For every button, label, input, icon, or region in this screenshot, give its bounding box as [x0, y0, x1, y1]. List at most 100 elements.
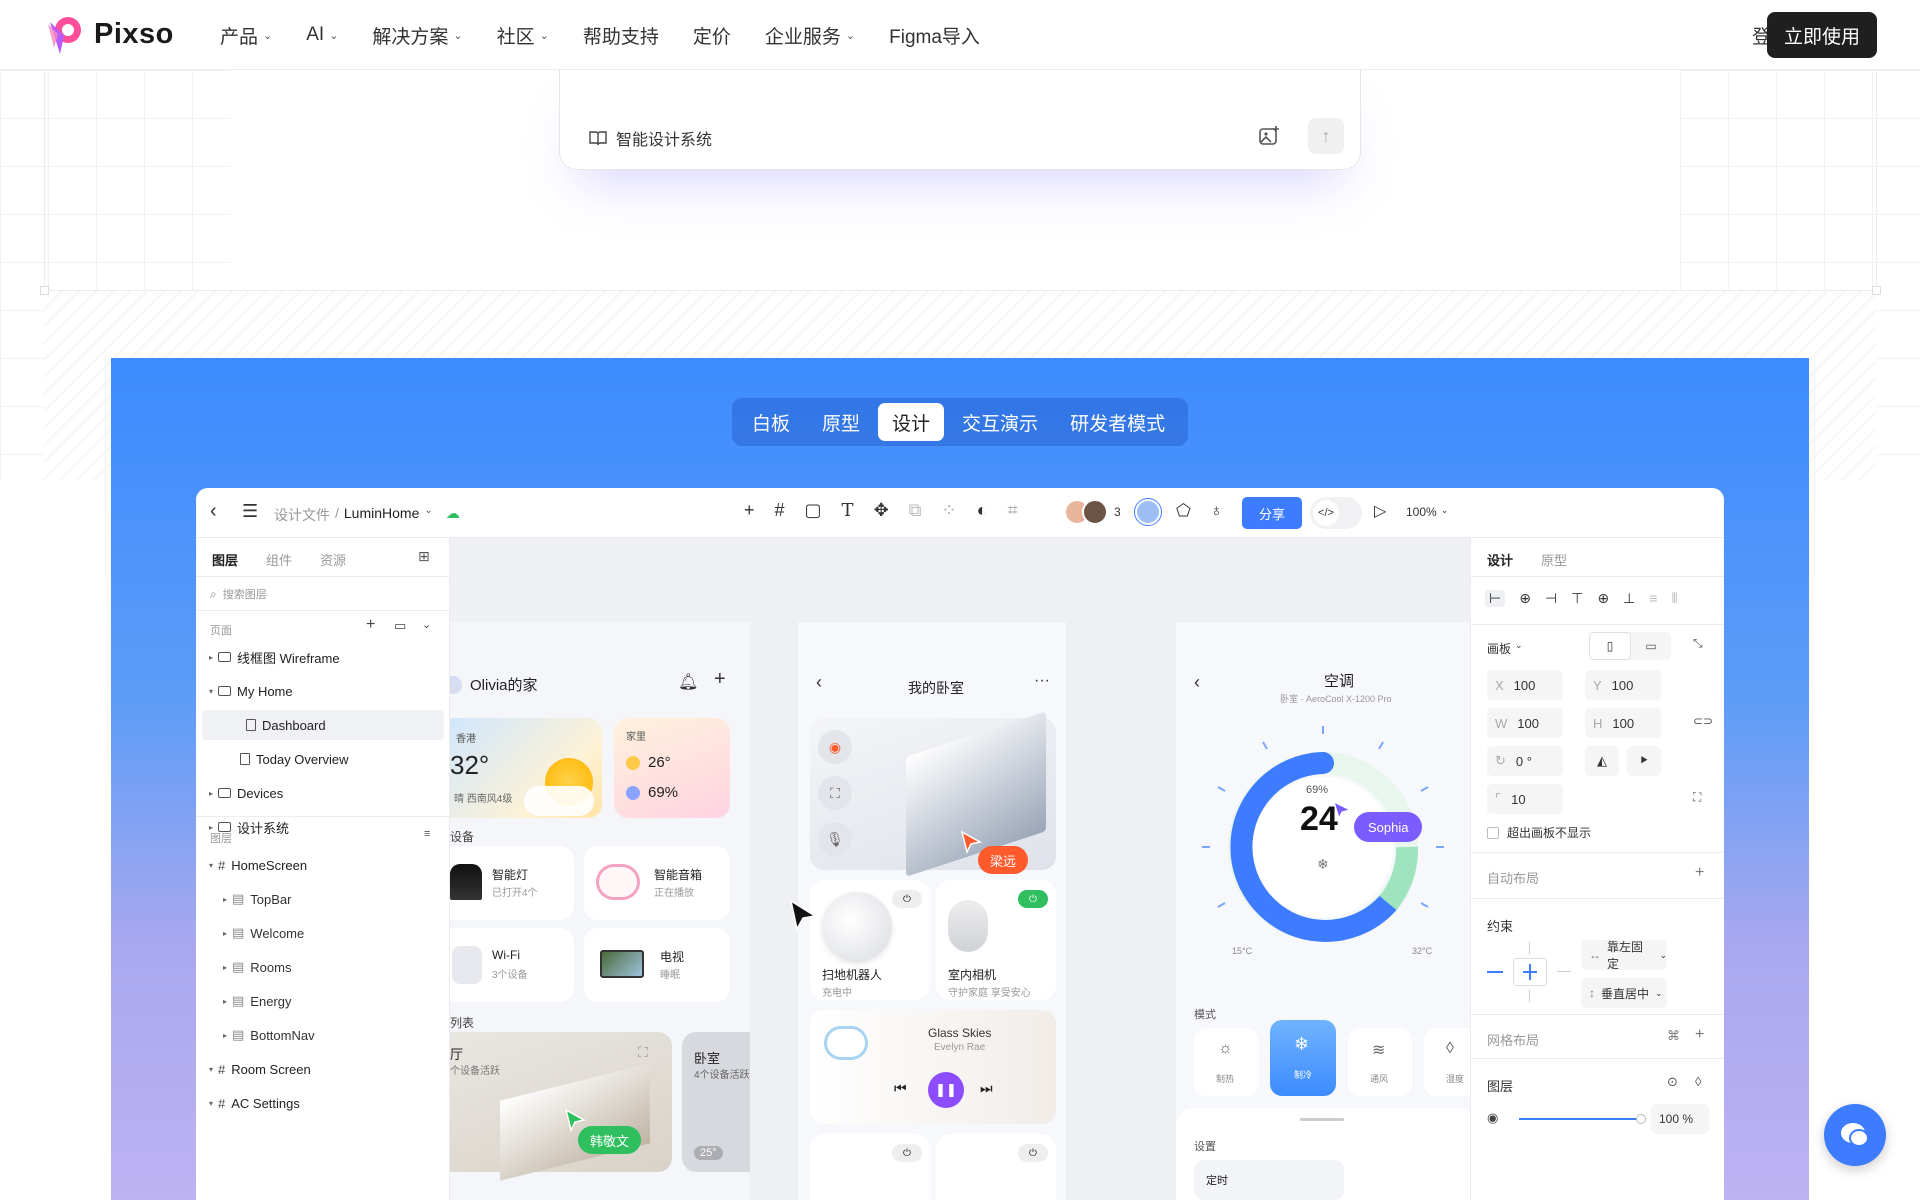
constraint-right[interactable]: [1557, 971, 1571, 972]
nav-item-ai[interactable]: AI ⌄: [306, 24, 338, 46]
caret-right-icon[interactable]: ▸: [218, 1031, 232, 1040]
device-card[interactable]: 智能音箱 正在播放: [584, 846, 730, 920]
align-top-icon[interactable]: ⊤: [1571, 590, 1583, 607]
ac-frame[interactable]: ‹ 空调 卧室 · AeroCool X-1200 Pro 69% 24 ❄ S…: [1176, 622, 1470, 1200]
previous-icon[interactable]: ⏮: [894, 1080, 907, 1097]
frame-tool-icon[interactable]: #: [775, 500, 785, 521]
room-card-living[interactable]: 厅 个设备活跃 ⛶ 韩敬文: [450, 1032, 672, 1181]
tab-design[interactable]: 设计: [878, 403, 945, 441]
bell-icon[interactable]: 🔔︎: [678, 672, 698, 692]
layer-item[interactable]: ▾ # Room Screen: [196, 1054, 450, 1084]
pause-button[interactable]: ❚❚: [928, 1072, 964, 1108]
nav-item-pricing[interactable]: 定价: [693, 22, 731, 49]
back-icon[interactable]: ‹: [1194, 672, 1200, 693]
next-icon[interactable]: ⏭: [980, 1080, 993, 1097]
design-system-chip[interactable]: 智能设计系统: [588, 126, 712, 150]
tab-assets[interactable]: 资源: [320, 550, 346, 569]
align-left-icon[interactable]: ⊢: [1485, 590, 1506, 607]
tab-design-props[interactable]: 设计: [1487, 550, 1513, 569]
image-upload-icon[interactable]: [1257, 124, 1281, 148]
crop-icon[interactable]: ⌗: [1007, 500, 1017, 521]
home-climate-card[interactable]: 家里 26° 69%: [614, 718, 730, 818]
caret-down-icon[interactable]: ▾: [204, 861, 218, 870]
nav-item-product[interactable]: 产品 ⌄: [220, 22, 272, 49]
camera-card[interactable]: ⏻ 室内相机 守护家庭 享受安心: [936, 880, 1056, 1000]
layer-item[interactable]: ▸ ▤ TopBar: [196, 884, 450, 914]
mask-icon[interactable]: ◐: [977, 500, 988, 521]
tab-prototype-props[interactable]: 原型: [1541, 550, 1567, 569]
room-card-bedroom[interactable]: 卧室 4个设备活跃 25°: [682, 1032, 750, 1172]
record-icon[interactable]: ◉: [818, 730, 852, 764]
canvas[interactable]: Olivia的家 🔔︎ + 香港 32° 晴 西南风4级 家里 26° 69% …: [450, 538, 1470, 1200]
collapse-icon[interactable]: ⤡: [1693, 636, 1703, 651]
nav-item-solutions[interactable]: 解决方案 ⌄: [372, 22, 462, 49]
microphone-icon[interactable]: 🎙︎: [818, 822, 852, 856]
slider-thumb[interactable]: [1636, 1114, 1646, 1124]
lightbulb-icon[interactable]: ♁: [1210, 501, 1223, 521]
constraint-bottom[interactable]: [1529, 990, 1530, 1002]
add-icon[interactable]: +: [714, 668, 726, 691]
file-name[interactable]: LuminHome: [344, 505, 419, 525]
back-icon[interactable]: ‹: [210, 500, 217, 523]
water-drop-icon[interactable]: ◊: [1695, 1074, 1701, 1089]
layer-search[interactable]: ⌕ 搜索图层: [210, 578, 436, 610]
add-icon[interactable]: +: [744, 500, 755, 521]
artboard-selector[interactable]: 画板 ⌄: [1487, 640, 1523, 657]
menu-icon[interactable]: ☰: [242, 501, 258, 522]
mode-humidity[interactable]: ◊ 湿度: [1424, 1028, 1470, 1096]
page-item[interactable]: Dashboard: [202, 710, 444, 740]
caret-right-icon[interactable]: ▸: [204, 789, 218, 798]
caret-down-icon[interactable]: ▾: [204, 1099, 218, 1108]
device-card[interactable]: Wi-Fi 3个设备: [450, 928, 574, 1002]
flip-vertical-button[interactable]: ⯈: [1627, 746, 1661, 776]
add-icon[interactable]: +: [1695, 864, 1704, 882]
power-toggle[interactable]: ⏻: [892, 1144, 922, 1162]
align-vcenter-icon[interactable]: ⊕: [1597, 590, 1609, 607]
caret-right-icon[interactable]: ▸: [218, 929, 232, 938]
share-button[interactable]: 分享: [1242, 497, 1302, 529]
constraint-top[interactable]: [1529, 942, 1530, 954]
current-user-avatar[interactable]: [1135, 499, 1161, 525]
vertical-constraint-select[interactable]: ↕ 垂直居中 ⌄: [1581, 978, 1667, 1008]
distribute-v-icon[interactable]: ⦀: [1671, 590, 1677, 607]
plugin-icon[interactable]: ⬠: [1176, 501, 1191, 521]
power-toggle[interactable]: ⏻: [892, 890, 922, 908]
timer-card[interactable]: 定时: [1194, 1160, 1344, 1200]
align-right-icon[interactable]: ⊣: [1545, 590, 1557, 607]
constraint-left[interactable]: [1487, 971, 1503, 973]
align-hcenter-icon[interactable]: ⊕: [1519, 590, 1531, 607]
dev-mode-toggle[interactable]: </>: [1310, 497, 1362, 529]
more-icon[interactable]: ···: [1034, 672, 1050, 690]
caret-right-icon[interactable]: ▸: [218, 963, 232, 972]
device-card[interactable]: ⏻: [810, 1134, 930, 1200]
temperature-dial[interactable]: [1198, 722, 1448, 962]
distribute-h-icon[interactable]: ≡: [1649, 590, 1657, 607]
library-icon[interactable]: ⊞: [418, 548, 430, 565]
music-card[interactable]: Glass Skies Evelyn Rae ⏮ ❚❚ ⏭: [810, 1010, 1056, 1124]
radius-field[interactable]: ⌜ 10: [1487, 784, 1563, 814]
caret-right-icon[interactable]: ▸: [218, 997, 232, 1006]
flip-horizontal-button[interactable]: ◭: [1585, 746, 1619, 776]
horizontal-constraint-select[interactable]: ↔ 靠左固定 ⌄: [1581, 940, 1667, 971]
layer-item[interactable]: ▸ ▤ Welcome: [196, 918, 450, 948]
device-card[interactable]: 智能灯 已打开4个: [450, 846, 574, 920]
robot-card[interactable]: ⏻ 扫地机器人 充电中: [810, 880, 930, 1000]
expand-icon[interactable]: ⛶: [638, 1044, 648, 1061]
nav-item-help[interactable]: 帮助支持: [583, 22, 659, 49]
folder-icon[interactable]: ▭: [394, 618, 406, 634]
eye-icon[interactable]: ◉: [1487, 1110, 1498, 1126]
link-ratio-icon[interactable]: ⊂⊃: [1693, 714, 1713, 728]
collaborator-avatars[interactable]: 3: [1064, 499, 1121, 525]
tab-whiteboard[interactable]: 白板: [738, 403, 804, 441]
page-item[interactable]: ▸ Devices: [196, 778, 450, 808]
chat-support-button[interactable]: [1824, 1104, 1886, 1166]
constraint-center-v[interactable]: [1529, 964, 1531, 980]
nav-item-figma-import[interactable]: Figma导入: [889, 22, 980, 49]
page-item[interactable]: Today Overview: [196, 744, 450, 774]
caret-right-icon[interactable]: ▸: [218, 895, 232, 904]
send-button[interactable]: ↑: [1308, 118, 1344, 154]
power-toggle[interactable]: ⏻: [1018, 890, 1048, 908]
x-field[interactable]: X 100: [1487, 670, 1563, 700]
start-now-button[interactable]: 立即使用: [1767, 12, 1877, 58]
opacity-field[interactable]: 100 %: [1651, 1104, 1709, 1134]
